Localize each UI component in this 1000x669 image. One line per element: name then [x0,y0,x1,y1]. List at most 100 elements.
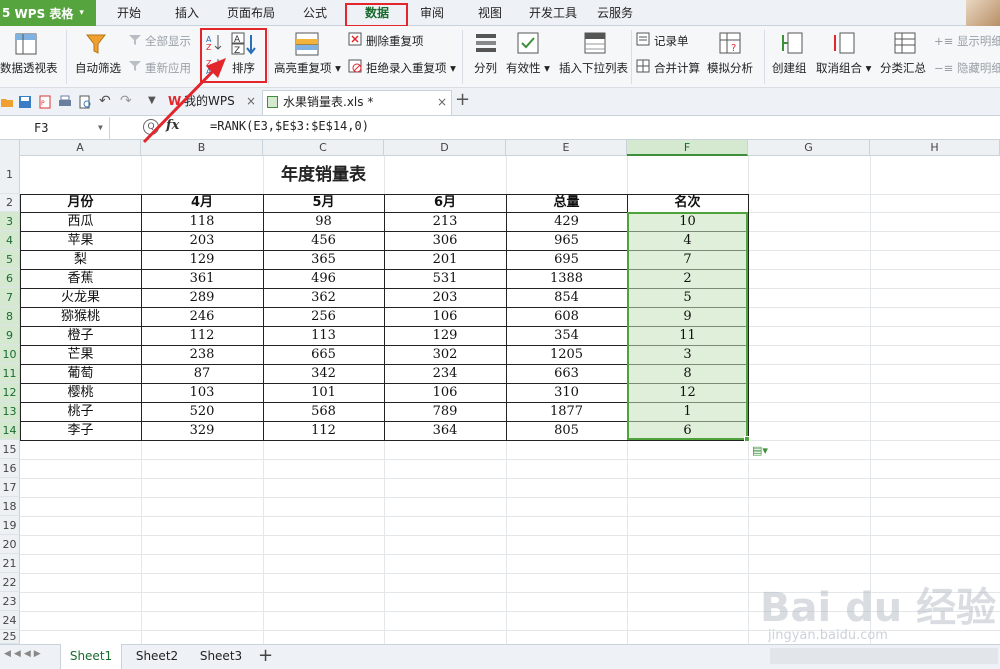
row-header[interactable]: 14 [0,421,20,440]
table-cell[interactable]: 329 [141,421,263,440]
table-cell[interactable]: 289 [141,288,263,307]
row-header[interactable]: 20 [0,535,20,554]
auto-filter-button[interactable]: 自动筛选 [75,60,121,76]
row-header[interactable]: 3 [0,212,20,231]
table-header-cell[interactable]: 月份 [20,194,141,212]
column-header-c[interactable]: C [263,140,384,156]
table-cell[interactable]: 猕猴桃 [20,307,141,326]
sheet-title[interactable]: 年度销量表 [20,156,627,194]
table-cell[interactable]: 246 [141,307,263,326]
table-cell[interactable]: 342 [263,364,384,383]
table-cell[interactable]: 103 [141,383,263,402]
column-header-e[interactable]: E [506,140,627,156]
table-cell[interactable]: 789 [384,402,506,421]
table-cell[interactable]: 12 [627,383,748,402]
row-header[interactable]: 21 [0,554,20,573]
table-cell[interactable]: 663 [506,364,627,383]
table-cell[interactable]: 2 [627,269,748,288]
table-cell[interactable]: 129 [384,326,506,345]
table-cell[interactable]: 苹果 [20,231,141,250]
table-cell[interactable]: 4 [627,231,748,250]
table-cell[interactable]: 854 [506,288,627,307]
new-tab-button[interactable]: + [455,89,470,110]
avatar-icon[interactable] [966,0,1000,26]
table-cell[interactable]: 113 [263,326,384,345]
sheet-tab-3[interactable]: Sheet3 [190,644,252,669]
table-cell[interactable]: 608 [506,307,627,326]
table-cell[interactable]: 梨 [20,250,141,269]
table-cell[interactable]: 234 [384,364,506,383]
table-cell[interactable]: 112 [141,326,263,345]
column-header-g[interactable]: G [748,140,870,156]
table-cell[interactable]: 西瓜 [20,212,141,231]
row-header[interactable]: 23 [0,592,20,611]
table-cell[interactable]: 496 [263,269,384,288]
table-cell[interactable]: 665 [263,345,384,364]
close-icon[interactable]: × [437,91,447,114]
table-cell[interactable]: 1205 [506,345,627,364]
table-cell[interactable]: 805 [506,421,627,440]
row-header[interactable]: 19 [0,516,20,535]
row-header[interactable]: 9 [0,326,20,345]
column-header-d[interactable]: D [384,140,506,156]
table-cell[interactable]: 106 [384,383,506,402]
save-icon[interactable] [18,95,32,109]
print-preview-icon[interactable] [78,95,92,109]
table-cell[interactable]: 568 [263,402,384,421]
table-cell[interactable]: 葡萄 [20,364,141,383]
close-icon[interactable]: × [246,90,256,113]
insert-dropdown-button[interactable]: 插入下拉列表 [559,60,628,76]
table-cell[interactable]: 456 [263,231,384,250]
table-cell[interactable]: 香蕉 [20,269,141,288]
table-cell[interactable]: 695 [506,250,627,269]
tab-page-layout[interactable]: 页面布局 [221,0,281,26]
highlight-duplicates-button[interactable]: 高亮重复项 ▾ [274,60,341,76]
hide-detail-button[interactable]: −≡ 隐藏明细 [934,60,1000,76]
ungroup-button[interactable]: 取消组合 ▾ [816,60,871,76]
sheet-tab-1[interactable]: Sheet1 [60,644,122,669]
row-header[interactable]: 8 [0,307,20,326]
table-header-cell[interactable]: 5月 [263,194,384,212]
sheet-tab-2[interactable]: Sheet2 [126,644,188,669]
tab-cloud[interactable]: 云服务 [592,0,638,26]
create-group-button[interactable]: 创建组 [772,60,807,76]
what-if-button[interactable]: 模拟分析 [707,60,753,76]
table-cell[interactable]: 5 [627,288,748,307]
tab-insert[interactable]: 插入 [165,0,209,26]
row-header[interactable]: 12 [0,383,20,402]
table-cell[interactable]: 3 [627,345,748,364]
table-cell[interactable]: 256 [263,307,384,326]
table-cell[interactable]: 9 [627,307,748,326]
row-header[interactable]: 22 [0,573,20,592]
table-cell[interactable]: 520 [141,402,263,421]
column-header-h[interactable]: H [870,140,1000,156]
sheet-nav-arrows[interactable]: ◀◀◀▶ [4,649,44,659]
remove-duplicates-button[interactable]: 删除重复项 [366,33,424,49]
row-header[interactable]: 16 [0,459,20,478]
table-cell[interactable]: 101 [263,383,384,402]
table-header-cell[interactable]: 名次 [627,194,748,212]
table-cell[interactable]: 118 [141,212,263,231]
table-cell[interactable]: 李子 [20,421,141,440]
row-header[interactable]: 15 [0,440,20,459]
table-cell[interactable]: 1877 [506,402,627,421]
add-sheet-button[interactable]: + [258,645,273,666]
table-cell[interactable]: 213 [384,212,506,231]
table-cell[interactable]: 306 [384,231,506,250]
horizontal-scrollbar[interactable] [770,648,998,664]
row-header[interactable]: 17 [0,478,20,497]
row-header[interactable]: 10 [0,345,20,364]
tab-formulas[interactable]: 公式 [293,0,337,26]
subtotal-button[interactable]: 分类汇总 [880,60,926,76]
row-header[interactable]: 18 [0,497,20,516]
table-cell[interactable]: 201 [384,250,506,269]
app-menu-button[interactable]: 5 WPS 表格 ▾ [0,0,96,26]
row-header[interactable]: 6 [0,269,20,288]
record-form-button[interactable]: 记录单 [654,33,689,49]
table-cell[interactable]: 樱桃 [20,383,141,402]
redo-icon[interactable]: ↷ [120,93,132,109]
table-cell[interactable]: 桃子 [20,402,141,421]
table-cell[interactable]: 203 [384,288,506,307]
row-header[interactable]: 1 [0,156,20,194]
export-pdf-icon[interactable]: P [38,95,52,109]
